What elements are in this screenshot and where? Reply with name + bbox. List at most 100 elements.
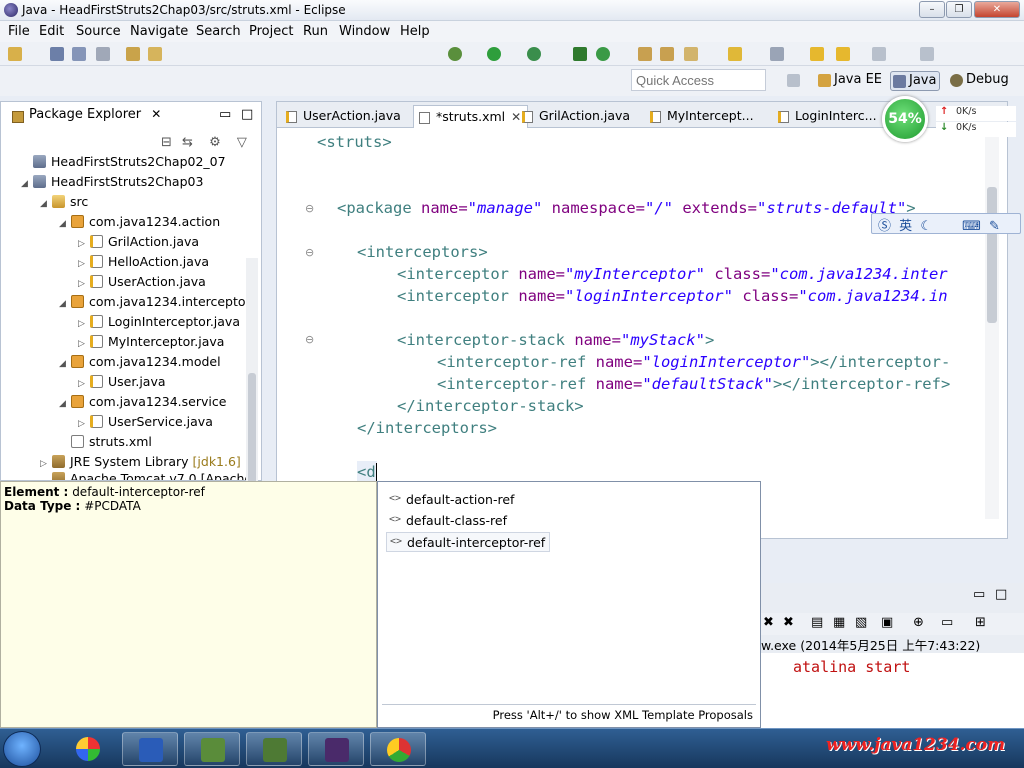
fold-marker-icon[interactable]: ⊖ bbox=[305, 202, 314, 215]
code-line[interactable]: </interceptor-stack> bbox=[397, 395, 584, 417]
pin-icon[interactable] bbox=[872, 47, 886, 61]
debug-icon[interactable] bbox=[448, 47, 462, 61]
clear-console-icon[interactable]: ▤ bbox=[811, 615, 823, 630]
tree-item-java-file[interactable]: ▷ UserAction.java bbox=[78, 272, 206, 292]
tab-logininterceptor[interactable]: LoginInterc... bbox=[773, 105, 883, 128]
fold-marker-icon[interactable]: ⊖ bbox=[305, 333, 314, 346]
new-java-project-icon[interactable] bbox=[573, 47, 587, 61]
tree-item-library[interactable]: ▷ JRE System Library [jdk1.6] bbox=[40, 452, 241, 472]
quick-access-input[interactable] bbox=[631, 69, 766, 91]
search-tool-icon[interactable] bbox=[684, 47, 698, 61]
taskbar-paint-app[interactable] bbox=[60, 732, 116, 766]
perspective-java[interactable]: Java bbox=[890, 71, 941, 91]
collapse-arrow-icon[interactable]: ▷ bbox=[78, 314, 90, 334]
completion-item[interactable]: <> default-class-ref bbox=[386, 511, 511, 531]
tab-grilaction[interactable]: GrilAction.java bbox=[517, 105, 636, 128]
menu-run[interactable]: Run bbox=[303, 24, 328, 39]
tree-item-package[interactable]: ◢ com.java1234.action bbox=[59, 212, 220, 232]
editor-scrollbar[interactable] bbox=[985, 129, 999, 519]
maximize-toolbar-icon[interactable] bbox=[920, 47, 934, 61]
new-icon[interactable] bbox=[8, 47, 22, 61]
link-editor-icon[interactable]: ⇆ bbox=[182, 135, 193, 150]
menu-edit[interactable]: Edit bbox=[39, 24, 64, 39]
maximize-view-icon[interactable]: □ bbox=[241, 107, 253, 122]
tree-item-java-file[interactable]: ▷ LoginInterceptor.java bbox=[78, 312, 240, 332]
taskbar-wps-writer[interactable] bbox=[122, 732, 178, 766]
code-line-current[interactable]: <d bbox=[357, 461, 377, 483]
code-line[interactable]: </interceptors> bbox=[357, 417, 497, 439]
tab-struts-xml[interactable]: *struts.xml ✕ bbox=[413, 105, 529, 128]
open-type-icon[interactable] bbox=[126, 47, 140, 61]
back-icon[interactable] bbox=[810, 47, 824, 61]
menu-help[interactable]: Help bbox=[400, 24, 430, 39]
taskbar-chrome[interactable] bbox=[370, 732, 426, 766]
next-annotation-icon[interactable] bbox=[770, 47, 784, 61]
forward-icon[interactable] bbox=[836, 47, 850, 61]
taskbar-camtasia[interactable] bbox=[184, 732, 240, 766]
completion-item[interactable]: <> default-action-ref bbox=[386, 490, 518, 510]
taskbar-recorder[interactable] bbox=[246, 732, 302, 766]
collapse-arrow-icon[interactable]: ▷ bbox=[78, 374, 90, 394]
start-button[interactable] bbox=[3, 731, 41, 767]
ime-moon-icon[interactable]: ☾ bbox=[920, 219, 932, 234]
menu-project[interactable]: Project bbox=[249, 24, 293, 39]
display-console-icon[interactable]: ▭ bbox=[941, 615, 953, 630]
minimize-button[interactable]: – bbox=[919, 1, 945, 18]
ime-language-label[interactable]: 英 bbox=[899, 219, 912, 234]
collapse-arrow-icon[interactable]: ▷ bbox=[40, 454, 52, 474]
tree-item-package[interactable]: ◢ com.java1234.model bbox=[59, 352, 221, 372]
scroll-lock-icon[interactable]: ▦ bbox=[833, 615, 845, 630]
collapse-arrow-icon[interactable]: ▷ bbox=[78, 274, 90, 294]
tree-item-source-folder[interactable]: ◢ src bbox=[40, 192, 88, 212]
expand-arrow-icon[interactable]: ◢ bbox=[59, 354, 71, 374]
tree-item-java-file[interactable]: ▷ User.java bbox=[78, 372, 166, 392]
open-console-icon[interactable]: ⊕ bbox=[913, 615, 924, 630]
open-folder-icon[interactable] bbox=[638, 47, 652, 61]
menu-source[interactable]: Source bbox=[76, 24, 121, 39]
tree-item-project[interactable]: HeadFirstStruts2Chap02_07 bbox=[21, 152, 226, 172]
code-line[interactable]: <interceptors> bbox=[357, 241, 488, 263]
save-icon[interactable] bbox=[50, 47, 64, 61]
menu-file[interactable]: File bbox=[8, 24, 30, 39]
network-monitor-widget[interactable]: 54% ↑ 0K/s ↓ 0K/s bbox=[880, 96, 1020, 142]
collapse-arrow-icon[interactable]: ▷ bbox=[78, 414, 90, 434]
remove-all-icon[interactable]: ✖ bbox=[783, 615, 794, 630]
view-dropdown-icon[interactable]: ▽ bbox=[237, 135, 247, 150]
expand-arrow-icon[interactable]: ◢ bbox=[59, 394, 71, 414]
collapse-all-icon[interactable]: ⊟ bbox=[161, 135, 172, 150]
tree-item-java-file[interactable]: ▷ MyInterceptor.java bbox=[78, 332, 224, 352]
fold-marker-icon[interactable]: ⊖ bbox=[305, 246, 314, 259]
code-line[interactable]: <interceptor-ref name="loginInterceptor"… bbox=[437, 351, 950, 373]
close-view-icon[interactable]: ✕ bbox=[151, 107, 161, 121]
print-icon[interactable] bbox=[96, 47, 110, 61]
open-perspective-button[interactable] bbox=[785, 71, 807, 91]
tree-item-java-file[interactable]: ▷ GrilAction.java bbox=[78, 232, 199, 252]
expand-arrow-icon[interactable]: ◢ bbox=[59, 294, 71, 314]
scrollbar-thumb[interactable] bbox=[987, 187, 997, 323]
collapse-arrow-icon[interactable]: ▷ bbox=[78, 234, 90, 254]
tree-item-package[interactable]: ◢ com.java1234.interceptor bbox=[59, 292, 251, 312]
tree-item-package[interactable]: ◢ com.java1234.service bbox=[59, 392, 226, 412]
tree-item-java-file[interactable]: ▷ HelloAction.java bbox=[78, 252, 209, 272]
view-menu-icon[interactable]: ⚙ bbox=[209, 135, 221, 150]
menu-window[interactable]: Window bbox=[339, 24, 390, 39]
run-icon[interactable] bbox=[487, 47, 501, 61]
ime-toolbar[interactable]: Ⓢ 英 ☾ ⌨ ✎ bbox=[871, 213, 1021, 234]
menu-search[interactable]: Search bbox=[196, 24, 241, 39]
menu-navigate[interactable]: Navigate bbox=[130, 24, 188, 39]
open-task-icon[interactable] bbox=[148, 47, 162, 61]
maximize-console-icon[interactable]: □ bbox=[995, 587, 1007, 602]
code-line[interactable]: <interceptor name="loginInterceptor" cla… bbox=[397, 285, 948, 307]
close-window-button[interactable]: ✕ bbox=[974, 1, 1020, 18]
pin-console-icon[interactable]: ▣ bbox=[881, 615, 893, 630]
code-line[interactable]: <interceptor name="myInterceptor" class=… bbox=[397, 263, 948, 285]
taskbar-eclipse-javaee[interactable] bbox=[308, 732, 364, 766]
tree-item-java-file[interactable]: ▷ UserService.java bbox=[78, 412, 213, 432]
annotation-icon[interactable] bbox=[728, 47, 742, 61]
code-line[interactable]: <interceptor-stack name="myStack"> bbox=[397, 329, 714, 351]
ime-settings-icon[interactable]: ✎ bbox=[989, 219, 1000, 234]
maximize-button[interactable]: ❐ bbox=[946, 1, 972, 18]
remove-launch-icon[interactable]: ✖ bbox=[763, 615, 774, 630]
run-external-icon[interactable] bbox=[527, 47, 541, 61]
code-line[interactable]: <interceptor-ref name="defaultStack"></i… bbox=[437, 373, 950, 395]
